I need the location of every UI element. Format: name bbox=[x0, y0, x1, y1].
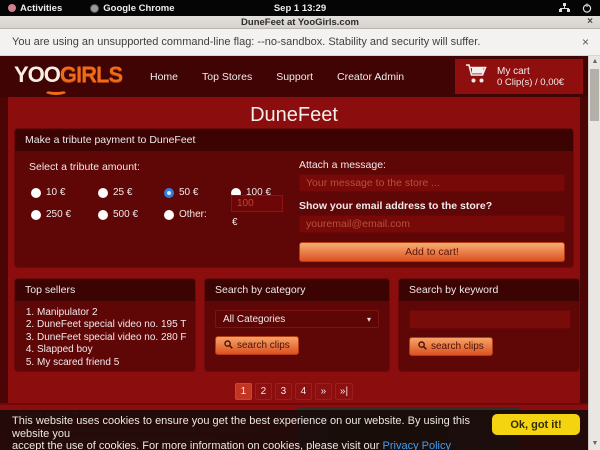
logo-part-girls: GIRLS bbox=[60, 62, 122, 87]
cookie-notice: This website uses cookies to ensure you … bbox=[0, 410, 588, 450]
logo-smile-icon bbox=[44, 86, 68, 95]
scroll-down-icon[interactable]: ▼ bbox=[589, 438, 600, 450]
amount-radio-25[interactable]: 25 € bbox=[98, 187, 132, 198]
chevron-down-icon: ▾ bbox=[367, 315, 371, 324]
amount-radio-500[interactable]: 500 € bbox=[98, 209, 138, 220]
main-nav: Home Top Stores Support Creator Admin bbox=[150, 56, 404, 97]
search-icon bbox=[418, 341, 427, 353]
radio-icon[interactable] bbox=[98, 210, 108, 220]
amount-radio-50[interactable]: 50 € bbox=[164, 187, 198, 198]
radio-label: 50 € bbox=[179, 187, 198, 198]
tribute-panel: Make a tribute payment to DuneFeet Selec… bbox=[14, 128, 574, 268]
cookie-line1: This website uses cookies to ensure you … bbox=[12, 415, 470, 440]
top-sellers-header: Top sellers bbox=[15, 279, 195, 301]
radio-icon[interactable] bbox=[31, 188, 41, 198]
category-select[interactable]: All Categories ▾ bbox=[215, 310, 379, 328]
system-top-bar: Activities Google Chrome Sep 1 13:29 bbox=[0, 0, 600, 16]
add-to-cart-button[interactable]: Add to cart! bbox=[299, 242, 565, 262]
window-title: DuneFeet at YooGirls.com bbox=[241, 17, 359, 28]
top-seller-item[interactable]: My scared friend 5 bbox=[37, 357, 195, 369]
radio-label: Other: bbox=[179, 209, 207, 220]
keyword-input[interactable] bbox=[409, 310, 571, 329]
warning-text: You are using an unsupported command-lin… bbox=[12, 36, 480, 48]
power-icon[interactable] bbox=[582, 3, 592, 13]
nav-item-creator-admin[interactable]: Creator Admin bbox=[337, 71, 404, 83]
top-sellers-panel: Top sellers Manipulator 2 DuneFeet speci… bbox=[14, 278, 196, 372]
page-button-next[interactable]: » bbox=[315, 383, 332, 400]
top-seller-item[interactable]: Slapped boy bbox=[37, 344, 195, 356]
radio-label: 10 € bbox=[46, 187, 65, 198]
message-input[interactable] bbox=[299, 174, 565, 192]
cart-title: My cart bbox=[497, 66, 564, 77]
bottom-panels: Top sellers Manipulator 2 DuneFeet speci… bbox=[14, 278, 580, 372]
cart-icon bbox=[465, 63, 489, 90]
top-seller-item[interactable]: DuneFeet special video no. 280 F bbox=[37, 332, 195, 344]
scrollbar-thumb[interactable] bbox=[590, 69, 599, 121]
warning-close-icon[interactable]: × bbox=[582, 35, 589, 49]
search-category-header: Search by category bbox=[205, 279, 389, 301]
radio-icon[interactable] bbox=[164, 188, 174, 198]
search-clips-label: search clips bbox=[237, 340, 290, 351]
page-button-2[interactable]: 2 bbox=[255, 383, 272, 400]
chrome-warning-bar: You are using an unsupported command-lin… bbox=[0, 29, 600, 56]
search-keyword-panel: Search by keyword search clips bbox=[398, 278, 580, 372]
search-icon bbox=[224, 340, 233, 352]
category-select-value: All Categories bbox=[223, 314, 285, 325]
site-logo[interactable]: YOOGIRLS bbox=[14, 62, 122, 88]
top-seller-item[interactable]: Manipulator 2 bbox=[37, 307, 195, 319]
top-seller-item[interactable]: DuneFeet special video no. 195 T bbox=[37, 319, 195, 331]
site-header: YOOGIRLS Home Top Stores Support Creator… bbox=[0, 56, 588, 97]
cart-summary: 0 Clip(s) / 0,00€ bbox=[497, 77, 564, 88]
search-category-panel: Search by category All Categories ▾ sear… bbox=[204, 278, 390, 372]
my-cart-box[interactable]: My cart 0 Clip(s) / 0,00€ bbox=[455, 59, 583, 94]
network-icon[interactable] bbox=[559, 3, 570, 13]
scrollbar[interactable]: ▲ ▼ bbox=[588, 56, 600, 450]
tribute-panel-body: Select a tribute amount: 10 € 25 € 50 € bbox=[15, 151, 573, 268]
privacy-policy-link[interactable]: Privacy Policy bbox=[383, 440, 451, 450]
other-amount-input[interactable] bbox=[231, 195, 283, 212]
page-title: DuneFeet bbox=[8, 97, 580, 127]
page-viewport: YOOGIRLS Home Top Stores Support Creator… bbox=[0, 56, 588, 450]
logo-part-yoo: YOO bbox=[14, 62, 60, 87]
top-sellers-list: Manipulator 2 DuneFeet special video no.… bbox=[37, 307, 195, 369]
amount-label: Select a tribute amount: bbox=[29, 161, 140, 173]
search-clips-category-button[interactable]: search clips bbox=[215, 336, 299, 355]
page-button-last[interactable]: »| bbox=[335, 383, 353, 400]
email-label: Show your email address to the store? bbox=[299, 200, 565, 212]
page-body: DuneFeet Make a tribute payment to DuneF… bbox=[8, 97, 580, 450]
nav-item-home[interactable]: Home bbox=[150, 71, 178, 83]
radio-label: 250 € bbox=[46, 209, 71, 220]
radio-icon[interactable] bbox=[31, 210, 41, 220]
pagination: 1 2 3 4 » »| bbox=[8, 383, 580, 400]
nav-item-support[interactable]: Support bbox=[276, 71, 313, 83]
amount-radio-250[interactable]: 250 € bbox=[31, 209, 71, 220]
message-label: Attach a message: bbox=[299, 159, 565, 171]
search-keyword-header: Search by keyword bbox=[399, 279, 579, 301]
page-button-3[interactable]: 3 bbox=[275, 383, 292, 400]
amount-radio-other[interactable]: Other: bbox=[164, 209, 207, 220]
radio-icon[interactable] bbox=[164, 210, 174, 220]
nav-item-top-stores[interactable]: Top Stores bbox=[202, 71, 252, 83]
search-clips-label: search clips bbox=[431, 341, 484, 352]
page-button-1[interactable]: 1 bbox=[235, 383, 252, 400]
search-clips-keyword-button[interactable]: search clips bbox=[409, 337, 493, 356]
radio-icon[interactable] bbox=[98, 188, 108, 198]
radio-label: 500 € bbox=[113, 209, 138, 220]
euro-symbol: € bbox=[232, 217, 238, 228]
footer-divider bbox=[0, 403, 588, 405]
cookie-line2: accept the use of cookies. For more info… bbox=[12, 440, 383, 450]
browser-title-bar[interactable]: DuneFeet at YooGirls.com × bbox=[0, 16, 600, 29]
scroll-up-icon[interactable]: ▲ bbox=[589, 56, 600, 68]
tribute-panel-header: Make a tribute payment to DuneFeet bbox=[15, 129, 573, 151]
radio-label: 25 € bbox=[113, 187, 132, 198]
clock[interactable]: Sep 1 13:29 bbox=[0, 3, 600, 14]
cookie-accept-button[interactable]: Ok, got it! bbox=[492, 414, 580, 435]
email-input[interactable] bbox=[299, 215, 565, 233]
screen: Activities Google Chrome Sep 1 13:29 Dun… bbox=[0, 0, 600, 450]
window-close-icon[interactable]: × bbox=[587, 16, 593, 28]
amount-radio-10[interactable]: 10 € bbox=[31, 187, 65, 198]
page-button-4[interactable]: 4 bbox=[295, 383, 312, 400]
cookie-text: This website uses cookies to ensure you … bbox=[12, 415, 490, 450]
